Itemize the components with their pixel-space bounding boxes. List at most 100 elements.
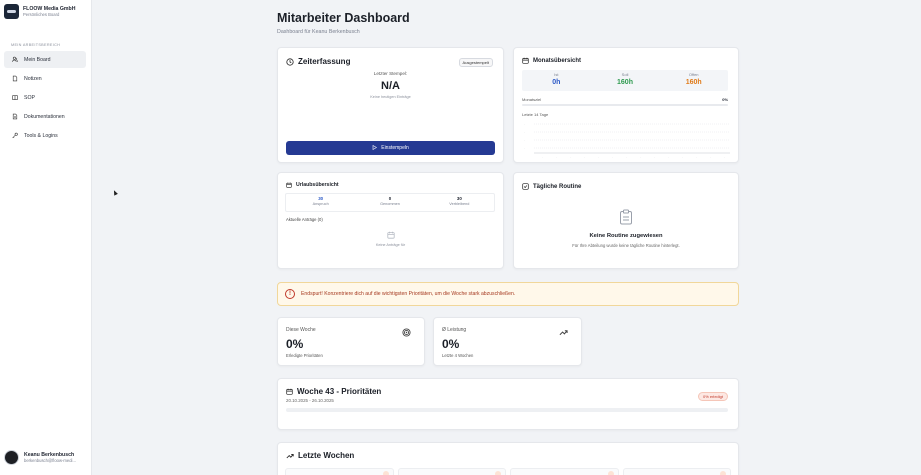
book-icon (12, 95, 18, 101)
month-goal-label: Monatsziel (522, 97, 542, 102)
kpi-label: Ø Leistung (442, 327, 467, 333)
stat-label: Offen (688, 72, 699, 77)
week-card[interactable] (622, 468, 731, 475)
svg-text:·: · (570, 156, 571, 159)
kpi-sub: Letzte 4 Wochen (442, 353, 474, 358)
user-email: berkenbusch@floow-medi... (24, 458, 76, 463)
urlaub-card: Urlaubsübersicht 30 Anspruch 0 Genommen … (277, 172, 504, 269)
stat-value: 0h (552, 79, 561, 86)
svg-text:·: · (524, 122, 525, 126)
month-goal-row: Monatsziel 0% (522, 97, 728, 102)
kpi-value: 0% (286, 337, 304, 351)
svg-text:·: · (668, 156, 669, 159)
stat-verbleibend: 30 Verbleibend (425, 194, 494, 211)
kpi-label: Diese Woche (286, 327, 316, 333)
svg-text:·: · (612, 156, 613, 159)
card-title: Monatsübersicht (522, 57, 581, 64)
last-weeks-title: Letzte Wochen (298, 451, 355, 460)
no-entries-text: Keine heutigen Einträge (370, 95, 411, 99)
kpi-sub: Erledigte Prioritäten (286, 353, 323, 358)
status-dot (720, 471, 726, 475)
month-stats: Ist 0h Soll 160h Offen 160h (522, 70, 728, 91)
note-icon (12, 75, 18, 82)
zeiterfassung-title: Zeiterfassung (298, 57, 351, 66)
week-card[interactable] (285, 468, 394, 475)
sidebar-item-label: Notizen (24, 75, 42, 82)
mouse-cursor-icon (112, 189, 118, 196)
stat-value: 0 (388, 196, 392, 201)
sidebar-nav: Mein Board Notizen SOP Dokumentationen T… (4, 51, 86, 146)
sidebar-item-label: Dokumentationen (24, 113, 65, 120)
sidebar: FLOOW Media GmbH Persönliches Board MEIN… (0, 0, 92, 475)
month-goal-progress (522, 104, 728, 106)
monat-title: Monatsübersicht (533, 57, 582, 64)
priorities-dates: 20.10.2025 - 26.10.2025 (286, 398, 334, 403)
stat-value: 30 (318, 196, 324, 201)
sidebar-item-label: Mein Board (24, 56, 51, 63)
einstempeln-button[interactable]: Einstempeln (286, 141, 495, 155)
sidebar-item-mein-board[interactable]: Mein Board (4, 51, 86, 68)
svg-text:·: · (654, 156, 655, 159)
last-stamp-value: N/A (381, 80, 400, 92)
calendar-icon (522, 57, 529, 64)
kpi-card-performance: Ø Leistung 0% Letzte 4 Wochen (433, 317, 582, 366)
sidebar-item-label: Tools & Logins (24, 132, 58, 139)
chart-x-ticks: · · · · · · · · · · · · · · (542, 156, 725, 159)
svg-text:·: · (524, 130, 525, 134)
week-card[interactable] (510, 468, 619, 475)
document-icon (12, 113, 18, 120)
svg-text:·: · (598, 156, 599, 159)
svg-text:·: · (626, 156, 627, 159)
alert-icon: ! (285, 289, 295, 299)
urlaub-title: Urlaubsübersicht (296, 182, 339, 188)
chart-label-text: Letzte 14 Tage (522, 112, 549, 117)
play-icon (372, 144, 378, 152)
key-icon (12, 132, 18, 139)
brand[interactable]: FLOOW Media GmbH Persönliches Board (4, 4, 75, 19)
status-badge: Ausgestempelt (458, 58, 493, 67)
sidebar-item-dokumentationen[interactable]: Dokumentationen (4, 108, 86, 125)
status-dot (382, 471, 389, 475)
card-title: Zeiterfassung (286, 57, 350, 66)
empty-routine-text: Für Ihre Abteilung wurde keine tägliche … (572, 243, 680, 248)
clock-icon (286, 57, 294, 66)
week-card[interactable] (397, 468, 506, 475)
einstempeln-label: Einstempeln (381, 145, 409, 151)
trending-up-icon (286, 452, 294, 460)
svg-text:·: · (556, 156, 557, 159)
stat-label: Genommen (380, 202, 400, 206)
calendar-icon (286, 182, 292, 188)
stat-anspruch: 30 Anspruch (286, 194, 355, 211)
stat-label: Soll (621, 72, 629, 77)
card-title: Tägliche Routine (522, 183, 581, 190)
stat-soll: Soll 160h (591, 70, 660, 91)
vacation-stats: 30 Anspruch 0 Genommen 30 Verbleibend (285, 193, 495, 212)
chart-label: Letzte 14 Tage (522, 112, 728, 117)
sidebar-item-sop[interactable]: SOP (4, 89, 86, 106)
user-profile[interactable]: Keanu Berkenbusch berkenbusch@floow-medi… (4, 450, 76, 465)
stat-value: 160h (617, 79, 633, 86)
motivation-alert: ! Endspurt! Konzentriere dich auf die wi… (277, 282, 739, 306)
page-title: Mitarbeiter Dashboard (277, 11, 410, 25)
sidebar-item-label: SOP (24, 94, 35, 101)
svg-text:·: · (710, 156, 711, 159)
last-14-days-chart: · · · · · · · · · · · · · · · · · · (524, 122, 730, 159)
card-title: Urlaubsübersicht (286, 182, 339, 188)
week-cards (285, 468, 731, 475)
routine-title: Tägliche Routine (533, 183, 582, 190)
empty-calendar-icon (278, 231, 503, 239)
kpi-value: 0% (442, 337, 460, 351)
requests-label: Aktuelle Anträge (0) (286, 217, 323, 222)
sidebar-item-tools-logins[interactable]: Tools & Logins (4, 127, 86, 144)
priorities-title: Woche 43 - Prioritäten (297, 387, 382, 396)
sidebar-item-notizen[interactable]: Notizen (4, 70, 86, 87)
month-goal-value: 0% (722, 97, 728, 102)
page-subtitle: Dashboard für Keanu Berkenbusch (277, 29, 360, 35)
avatar (4, 450, 19, 465)
stat-label: Anspruch (312, 202, 329, 206)
checkbox-icon (522, 183, 529, 190)
stat-label: Ist (554, 72, 559, 77)
calendar-icon (286, 388, 293, 395)
svg-text:·: · (696, 156, 697, 159)
priorities-card: Woche 43 - Prioritäten 20.10.2025 - 26.1… (277, 378, 739, 430)
